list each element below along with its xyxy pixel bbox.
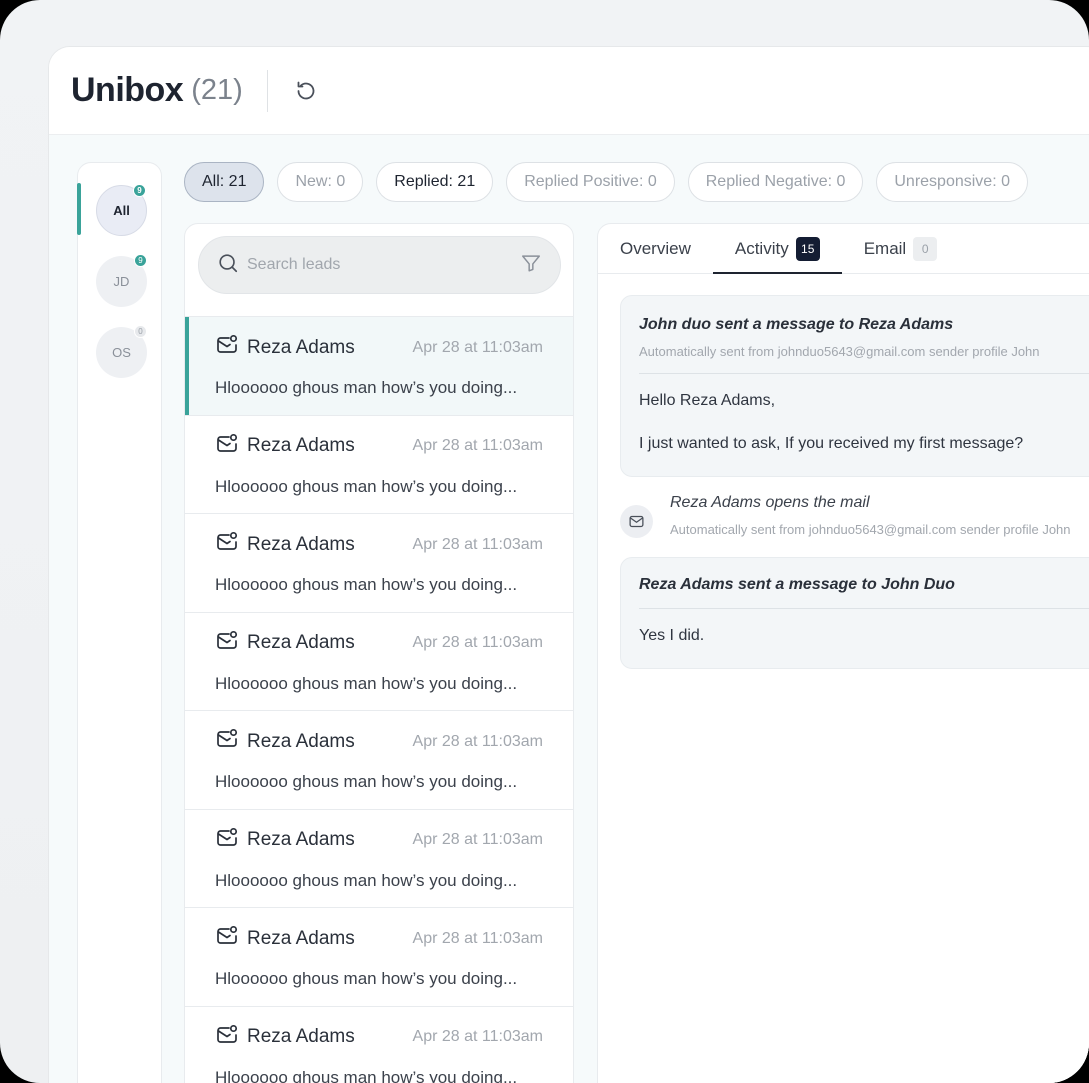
lead-name: Reza Adams	[247, 730, 355, 752]
event-title: Reza Adams opens the mail	[670, 494, 870, 511]
content-area: All 9 JD 9 OS 0 All: 21 New: 0 Replied: …	[49, 135, 1089, 1083]
lead-name: Reza Adams	[247, 632, 355, 653]
lead-date: Apr 28 at 11:03am	[412, 1028, 543, 1045]
lead-date: Apr 28 at 11:03am	[412, 831, 543, 848]
account-label: JD	[113, 274, 130, 289]
filter-replied[interactable]: Replied: 21	[376, 162, 494, 202]
search-input[interactable]	[247, 256, 520, 274]
filter-replied-positive[interactable]: Replied Positive: 0	[506, 162, 675, 202]
account-all[interactable]: All 9	[96, 184, 147, 236]
event-subtitle: Automatically sent from johnduo5643@gmai…	[670, 522, 1071, 537]
lead-name: Reza Adams	[247, 1026, 355, 1047]
mail-unread-icon	[215, 530, 239, 559]
lead-preview: Hloooooo ghous man how’s you doing...	[215, 870, 518, 890]
message-title: John duo sent a message to Reza Adams	[639, 316, 954, 333]
lead-name: Reza Adams	[247, 435, 355, 456]
account-os[interactable]: OS 0	[96, 325, 147, 378]
lead-preview: Hloooooo ghous man how’s you doing...	[215, 673, 518, 693]
mail-icon	[620, 505, 653, 538]
device-frame: Unibox (21) All 9 JD 9 OS 0 All: 21 New:…	[0, 0, 1089, 1083]
mail-unread-icon	[215, 1023, 239, 1052]
filter-icon[interactable]	[520, 252, 542, 279]
lead-date: Apr 28 at 11:03am	[412, 732, 543, 750]
account-badge: 9	[133, 184, 146, 197]
account-jd[interactable]: JD 9	[96, 254, 147, 307]
lead-preview: Hloooooo ghous man how’s you doing...	[215, 969, 518, 988]
lead-item[interactable]: Reza Adams Apr 28 at 11:03am Hloooooo ghou…	[185, 1006, 573, 1083]
message-card-sent: John duo sent a message to Reza Adams Au…	[620, 295, 1089, 477]
lead-name: Reza Adams	[247, 336, 355, 358]
message-title: Reza Adams sent a message to John Duo	[639, 576, 955, 593]
lead-preview: Hloooooo ghous man how’s you doing...	[215, 378, 518, 397]
mail-unread-icon	[215, 629, 239, 658]
lead-detail-panel: Overview Activity 15 Email 0 John duo se…	[597, 223, 1089, 1083]
lead-item[interactable]: Reza Adams Apr 28 at 11:03am Hloooooo ghou…	[185, 809, 573, 908]
lead-date: Apr 28 at 11:03am	[412, 535, 543, 553]
lead-date: Apr 28 at 11:03am	[412, 437, 543, 454]
rail-active-indicator	[77, 183, 81, 235]
lead-item[interactable]: Reza Adams Apr 28 at 11:03am Hloooooo ghou…	[185, 612, 573, 711]
lead-name: Reza Adams	[247, 927, 355, 949]
lead-date: Apr 28 at 11:03am	[412, 929, 543, 947]
lead-preview: Hloooooo ghous man how’s you doing...	[215, 772, 518, 791]
email-count-badge: 0	[913, 236, 938, 261]
tab-email[interactable]: Email 0	[864, 224, 938, 273]
tab-overview[interactable]: Overview	[620, 224, 691, 273]
lead-item[interactable]: Reza Adams Apr 28 at 11:03am Hloooooo ghou…	[185, 908, 573, 1007]
lead-date: Apr 28 at 11:03am	[412, 634, 543, 651]
filter-all[interactable]: All: 21	[184, 162, 265, 202]
message-line: I just wanted to ask, If you received my…	[639, 435, 1024, 452]
lead-name: Reza Adams	[247, 829, 355, 850]
mail-unread-icon	[215, 727, 239, 756]
search-icon	[217, 252, 239, 279]
unibox-app: Unibox (21) All 9 JD 9 OS 0 All: 21 New:…	[48, 46, 1089, 1083]
tab-label: Overview	[620, 238, 691, 258]
detail-tabs: Overview Activity 15 Email 0	[598, 224, 1089, 274]
mail-unread-icon	[215, 432, 239, 461]
account-rail: All 9 JD 9 OS 0	[77, 162, 162, 1083]
activity-count-badge: 15	[795, 236, 820, 261]
lead-item[interactable]: Reza Adams Apr 28 at 11:03am Hloooooo ghou…	[185, 711, 573, 810]
tab-label: Email	[863, 238, 907, 258]
filter-unresponsive[interactable]: Unresponsive: 0	[876, 162, 1028, 202]
lead-date: Apr 28 at 11:03am	[412, 338, 543, 356]
message-line: Hello Reza Adams,	[639, 392, 776, 409]
account-badge: 9	[134, 254, 147, 267]
leads-panel: Reza Adams Apr 28 at 11:03am Hloooooo ghou…	[184, 223, 574, 1083]
account-label: All	[113, 203, 130, 218]
status-filters: All: 21 New: 0 Replied: 21 Replied Posit…	[184, 162, 1028, 202]
page-title: Unibox	[71, 71, 184, 109]
header-divider	[266, 69, 268, 112]
lead-preview: Hloooooo ghous man how’s you doing...	[215, 476, 518, 496]
mail-unread-icon	[215, 333, 239, 362]
tab-activity[interactable]: Activity 15	[712, 224, 842, 274]
lead-preview: Hloooooo ghous man how’s you doing...	[215, 1067, 518, 1083]
mail-unread-icon	[215, 826, 239, 855]
tab-label: Activity	[734, 238, 789, 258]
lead-list: Reza Adams Apr 28 at 11:03am Hloooooo ghou…	[185, 316, 573, 1083]
lead-item[interactable]: Reza Adams Apr 28 at 11:03am Hloooooo ghou…	[185, 514, 573, 613]
account-label: OS	[112, 345, 131, 360]
account-badge: 0	[134, 325, 147, 338]
page-header: Unibox (21)	[49, 47, 1089, 135]
message-card-reply: Reza Adams sent a message to John Duo Ye…	[620, 557, 1089, 669]
refresh-icon[interactable]	[292, 77, 320, 105]
search-bar	[198, 236, 561, 294]
filter-new[interactable]: New: 0	[277, 162, 364, 202]
lead-item[interactable]: Reza Adams Apr 28 at 11:03am Hloooooo ghou…	[185, 415, 573, 514]
activity-event-open: Reza Adams opens the mail Automatically …	[620, 494, 1089, 538]
message-line: Yes I did.	[639, 627, 705, 644]
lead-name: Reza Adams	[247, 533, 355, 555]
lead-item[interactable]: Reza Adams Apr 28 at 11:03am Hloooooo ghou…	[185, 317, 573, 416]
lead-preview: Hloooooo ghous man how’s you doing...	[215, 575, 518, 594]
message-subtitle: Automatically sent from johnduo5643@gmai…	[639, 344, 1040, 359]
total-count: (21)	[191, 74, 243, 106]
mail-unread-icon	[215, 924, 239, 953]
filter-replied-negative[interactable]: Replied Negative: 0	[687, 162, 864, 202]
